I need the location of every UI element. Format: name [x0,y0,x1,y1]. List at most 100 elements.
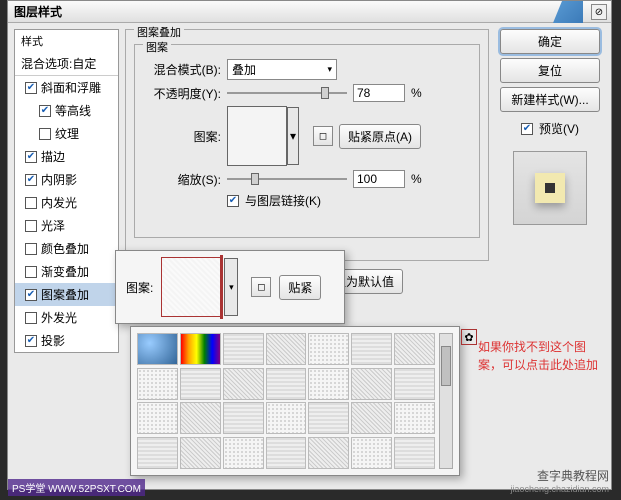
pattern-thumb-4[interactable] [308,333,349,365]
popup-pattern-swatch[interactable]: ▾ [161,257,221,317]
sidebar-item-7[interactable]: 颜色叠加 [15,237,118,260]
new-pattern-button[interactable]: ◻ [313,126,333,146]
sidebar-checkbox-0[interactable] [25,82,37,94]
pattern-thumb-18[interactable] [308,402,349,434]
sidebar-label-5: 内发光 [41,194,77,211]
link-with-layer-label: 与图层链接(K) [245,192,321,209]
annotation-text: 如果你找不到这个图案，可以点击此处追加 [478,338,598,374]
sidebar-checkbox-2[interactable] [39,128,51,140]
dialog-title: 图层样式 [14,3,62,20]
link-with-layer-checkbox[interactable] [227,195,239,207]
pattern-thumb-3[interactable] [266,333,307,365]
blend-options-item[interactable]: 混合选项:自定 [15,52,118,76]
pattern-thumb-1[interactable] [180,333,221,365]
pattern-thumb-14[interactable] [137,402,178,434]
sidebar-item-0[interactable]: 斜面和浮雕 [15,76,118,99]
pattern-thumb-26[interactable] [351,437,392,469]
scale-slider[interactable] [227,172,347,186]
sidebar-item-9[interactable]: 图案叠加 [15,283,118,306]
pattern-fieldset: 图案 混合模式(B): 叠加 ▾ 不透明度(Y): 78 [134,44,480,238]
sidebar-item-3[interactable]: 描边 [15,145,118,168]
sidebar-label-1: 等高线 [55,102,91,119]
pattern-thumb-20[interactable] [394,402,435,434]
blend-mode-select[interactable]: 叠加 ▾ [227,59,337,80]
pattern-thumb-19[interactable] [351,402,392,434]
pattern-thumb-6[interactable] [394,333,435,365]
sidebar-item-2[interactable]: 纹理 [15,122,118,145]
sidebar-checkbox-1[interactable] [39,105,51,117]
preview-checkbox[interactable] [521,123,533,135]
pattern-thumb-12[interactable] [351,368,392,400]
pattern-thumb-2[interactable] [223,333,264,365]
scale-label: 缩放(S): [139,171,221,188]
pattern-thumb-11[interactable] [308,368,349,400]
pattern-thumb-22[interactable] [180,437,221,469]
sidebar-label-8: 渐变叠加 [41,263,89,280]
snap-origin-button[interactable]: 贴紧原点(A) [339,124,421,149]
pattern-thumb-27[interactable] [394,437,435,469]
popup-snap-button[interactable]: 贴紧 [279,275,321,300]
watermark-chazidian: 查字典教程网 jiaocheng.chazidian.com [510,467,609,494]
sidebar-checkbox-5[interactable] [25,197,37,209]
sidebar-checkbox-4[interactable] [25,174,37,186]
sidebar-checkbox-8[interactable] [25,266,37,278]
pattern-thumb-24[interactable] [266,437,307,469]
pattern-thumb-5[interactable] [351,333,392,365]
style-sidebar: 样式 混合选项:自定 斜面和浮雕等高线纹理描边内阴影内发光光泽颜色叠加渐变叠加图… [14,29,119,353]
pattern-thumb-23[interactable] [223,437,264,469]
reset-button[interactable]: 复位 [500,58,600,83]
pattern-thumb-15[interactable] [180,402,221,434]
popup-new-pattern-button[interactable]: ◻ [251,277,271,297]
titlebar: 图层样式 ⊘ [8,1,611,23]
sidebar-item-5[interactable]: 内发光 [15,191,118,214]
pattern-thumb-10[interactable] [266,368,307,400]
sidebar-item-6[interactable]: 光泽 [15,214,118,237]
blend-mode-label: 混合模式(B): [139,61,221,78]
sidebar-item-1[interactable]: 等高线 [15,99,118,122]
close-button[interactable]: ⊘ [591,4,607,20]
blend-mode-value: 叠加 [232,61,256,78]
pattern-thumb-21[interactable] [137,437,178,469]
pattern-thumb-9[interactable] [223,368,264,400]
sidebar-checkbox-3[interactable] [25,151,37,163]
gear-icon[interactable]: ✿ [461,329,477,345]
opacity-unit: % [411,86,422,100]
pattern-thumb-7[interactable] [137,368,178,400]
sidebar-checkbox-11[interactable] [25,335,37,347]
sidebar-item-10[interactable]: 外发光 [15,306,118,329]
pattern-thumb-8[interactable] [180,368,221,400]
sidebar-item-8[interactable]: 渐变叠加 [15,260,118,283]
sidebar-checkbox-10[interactable] [25,312,37,324]
opacity-label: 不透明度(Y): [139,85,221,102]
sidebar-label-3: 描边 [41,148,65,165]
sidebar-label-11: 投影 [41,332,65,349]
pattern-scrollbar[interactable] [439,333,453,469]
sidebar-checkbox-9[interactable] [25,289,37,301]
preview-box [513,151,587,225]
new-style-button[interactable]: 新建样式(W)... [500,87,600,112]
sidebar-label-9: 图案叠加 [41,286,89,303]
ok-button[interactable]: 确定 [500,29,600,54]
pattern-thumb-0[interactable] [137,333,178,365]
pattern-dropdown-icon[interactable]: ▾ [287,107,299,165]
scale-input[interactable]: 100 [353,170,405,188]
sidebar-checkbox-6[interactable] [25,220,37,232]
chevron-down-icon: ▾ [327,64,332,75]
sidebar-header: 样式 [15,30,118,52]
fieldset-title: 图案 [143,39,171,55]
titlebar-decoration [553,1,583,23]
opacity-slider[interactable] [227,86,347,100]
pattern-picker-panel: ✿ [130,326,460,476]
opacity-input[interactable]: 78 [353,84,405,102]
pattern-thumb-17[interactable] [266,402,307,434]
sidebar-item-11[interactable]: 投影 [15,329,118,352]
popup-dropdown-icon[interactable]: ▾ [224,258,238,316]
pattern-thumb-25[interactable] [308,437,349,469]
sidebar-item-4[interactable]: 内阴影 [15,168,118,191]
sidebar-label-6: 光泽 [41,217,65,234]
pattern-thumb-16[interactable] [223,402,264,434]
sidebar-label-4: 内阴影 [41,171,77,188]
pattern-swatch[interactable]: ▾ [227,106,287,166]
pattern-thumb-13[interactable] [394,368,435,400]
sidebar-checkbox-7[interactable] [25,243,37,255]
